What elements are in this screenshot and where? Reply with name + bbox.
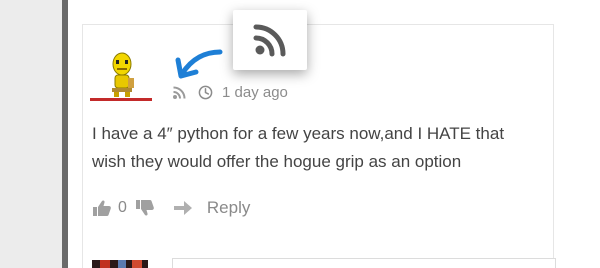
rss-icon[interactable]: [252, 22, 288, 58]
reply-button[interactable]: Reply: [207, 198, 250, 218]
comment-text-line: wish they would offer the hogue grip as …: [92, 152, 462, 171]
thumbs-down-icon[interactable]: [135, 199, 155, 217]
rss-popup[interactable]: [233, 10, 307, 70]
comment-text-line: I have a 4″ python for a few years now,a…: [92, 124, 505, 143]
page-background-left: [0, 0, 66, 268]
comment-actions: 0 Reply: [92, 198, 250, 218]
next-comment-avatar[interactable]: [92, 260, 148, 268]
rss-icon[interactable]: [172, 86, 186, 100]
comment-timestamp[interactable]: 1 day ago: [222, 84, 288, 101]
thumbs-up-icon[interactable]: [92, 199, 112, 217]
avatar-underline: [90, 98, 152, 101]
avatar[interactable]: [104, 50, 140, 98]
reply-arrow-icon[interactable]: [173, 200, 193, 216]
vote-count: 0: [118, 199, 127, 216]
next-comment-card: [172, 258, 556, 268]
blue-arrow-annotation: [175, 49, 223, 79]
comment-meta: 1 day ago: [172, 84, 288, 101]
comment-body: I have a 4″ python for a few years now,a…: [92, 120, 562, 176]
clock-icon: [198, 85, 213, 100]
